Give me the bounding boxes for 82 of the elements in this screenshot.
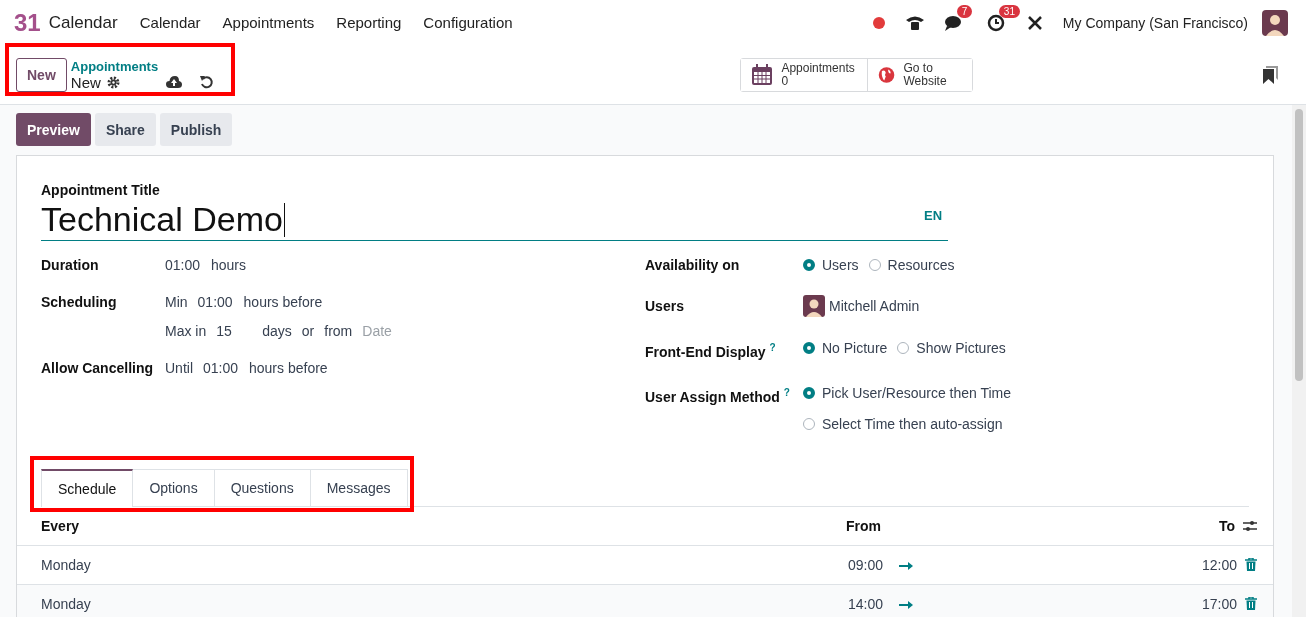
field-label: Users (645, 298, 684, 314)
radio-label: Resources (887, 256, 955, 275)
radio-option[interactable]: Show Pictures (897, 338, 1006, 358)
field-text: or (301, 322, 315, 341)
field-text: hours (211, 256, 247, 275)
tab[interactable]: Messages (310, 468, 408, 506)
new-button[interactable]: New (16, 57, 67, 92)
field-label: User Assign Method (645, 388, 780, 405)
table-cell-text: 17:00 (1200, 595, 1237, 612)
radio-label: Users (822, 256, 859, 275)
scrollbar[interactable] (1292, 105, 1306, 617)
field-label: Duration (41, 256, 100, 275)
field-text: Min (165, 293, 188, 312)
radio-option[interactable]: Resources (868, 255, 955, 275)
radio-label: No Picture (822, 339, 888, 358)
column-header[interactable]: From (821, 517, 881, 534)
app-name[interactable]: Calendar (48, 12, 118, 33)
status-dot-icon[interactable] (872, 16, 885, 29)
menu-item[interactable]: Appointments (222, 14, 315, 31)
input-field[interactable]: 15 (216, 321, 253, 341)
input-field[interactable]: 01:00 (197, 292, 234, 312)
arrow-icon (899, 561, 913, 570)
field-label: Availability on (645, 257, 740, 273)
discard-icon[interactable] (199, 75, 214, 89)
input-field[interactable]: 01:00 (203, 358, 239, 378)
status-button[interactable]: Share (94, 113, 156, 146)
input-field[interactable]: 01:00 (165, 255, 201, 275)
record-name: New (70, 73, 101, 91)
field-label: Allow Cancelling (41, 359, 154, 378)
field-label: Scheduling (41, 293, 118, 312)
help-tooltip[interactable]: ? (783, 386, 790, 398)
table-cell-text: 09:00 (846, 556, 883, 573)
column-settings-icon[interactable] (1243, 518, 1257, 533)
user-avatar[interactable] (1262, 9, 1288, 36)
field-text: hours before (243, 293, 323, 312)
field-text: days (262, 322, 292, 341)
radio-option[interactable]: No Picture (803, 338, 888, 358)
field-text: hours before (249, 359, 328, 378)
radio-label: Show Pictures (916, 339, 1006, 358)
tab[interactable]: Options (133, 468, 215, 506)
user-avatar (803, 295, 825, 317)
app-logo[interactable]: 31 (14, 8, 41, 37)
column-header[interactable]: Every (41, 517, 821, 534)
menu-item[interactable]: Calendar (139, 14, 201, 31)
radio-button[interactable] (803, 342, 815, 354)
radio-label: Select Time then auto-assign (822, 414, 1003, 434)
clock-icon[interactable] (986, 13, 1005, 32)
table-cell-text: Monday (41, 556, 92, 573)
radio-button[interactable] (803, 386, 815, 399)
message-count-badge: 7 (956, 4, 973, 18)
activity-count-badge: 31 (998, 4, 1020, 18)
table-cell-text: 12:00 (1200, 556, 1237, 573)
trash-icon[interactable] (1245, 597, 1257, 611)
calendar-icon (751, 63, 774, 86)
field-label: Appointment Title (41, 182, 161, 198)
status-button[interactable]: Preview (16, 113, 91, 146)
save-icon[interactable] (165, 76, 182, 88)
breadcrumb-link[interactable]: Appointments (70, 58, 214, 74)
radio-option[interactable]: Select Time then auto-assign (803, 413, 1012, 434)
bookmark-icon[interactable] (1262, 65, 1278, 84)
field-text: Until (165, 359, 193, 378)
language-button[interactable]: EN (924, 208, 943, 223)
menu-item[interactable]: Reporting (336, 14, 402, 31)
trash-icon[interactable] (1245, 558, 1257, 572)
help-tooltip[interactable]: ? (769, 342, 776, 353)
table-cell-text: Monday (41, 595, 92, 612)
status-button[interactable]: Publish (159, 113, 233, 146)
field-text: from (324, 322, 353, 341)
user-tag[interactable]: Mitchell Admin (829, 296, 920, 316)
tab[interactable]: Schedule (41, 468, 134, 507)
company-switcher[interactable]: My Company (San Francisco) (1062, 14, 1248, 31)
field-text: Max in (165, 322, 207, 341)
gear-icon[interactable] (106, 75, 120, 89)
tab[interactable]: Questions (214, 468, 311, 506)
column-header[interactable]: To (1175, 517, 1235, 534)
smart-button[interactable]: Appointments 0 (741, 58, 869, 91)
table-cell-text: 14:00 (846, 595, 883, 612)
field-label: Front-End Display (645, 343, 766, 360)
radio-button[interactable] (803, 259, 815, 271)
menu-item[interactable]: Configuration (423, 14, 513, 31)
radio-option[interactable]: Users (803, 255, 859, 275)
arrow-icon (899, 600, 913, 609)
